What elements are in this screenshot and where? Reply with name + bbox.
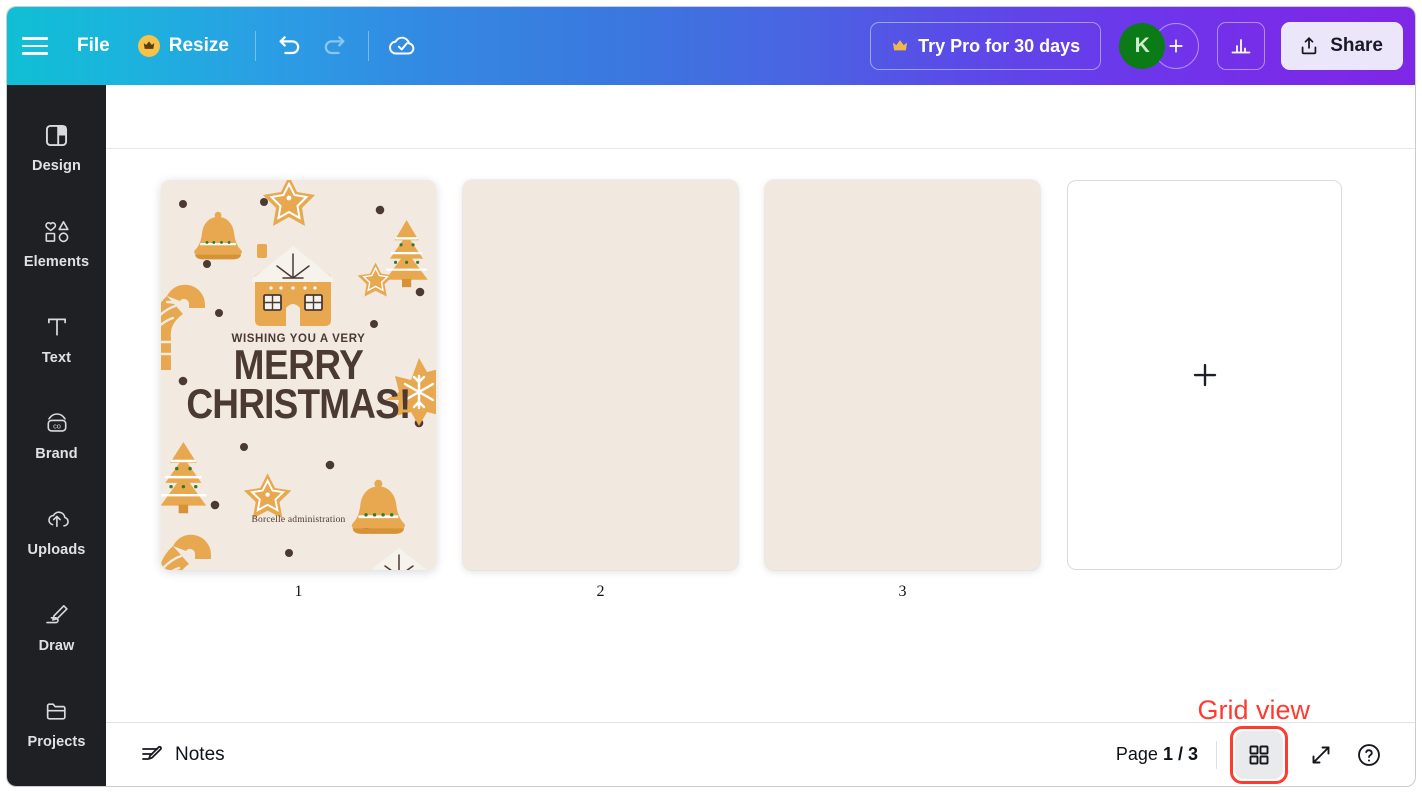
question-mark-icon (1356, 742, 1382, 768)
header-right-group: Try Pro for 30 days K (870, 22, 1415, 70)
left-sidebar-rail: Design Elements (7, 85, 106, 786)
christmas-card-artwork: WISHING YOU A VERY MERRY CHRISTMAS! Borc… (161, 180, 436, 570)
crown-badge-icon (138, 35, 160, 57)
try-pro-button[interactable]: Try Pro for 30 days (870, 22, 1101, 70)
fullscreen-expand-icon (1309, 743, 1333, 767)
page-thumbnail-2[interactable] (463, 180, 738, 570)
page-thumbnail-3[interactable] (765, 180, 1040, 570)
card-svg: WISHING YOU A VERY MERRY CHRISTMAS! Borc… (161, 180, 436, 570)
design-panel-icon (43, 120, 70, 150)
sidebar-item-label: Draw (39, 638, 75, 654)
sidebar-item-projects[interactable]: Projects (7, 675, 106, 771)
card-line2: CHRISTMAS! (186, 381, 410, 427)
sidebar-item-uploads[interactable]: Uploads (7, 483, 106, 579)
sidebar-item-label: Design (32, 158, 81, 174)
svg-text:co: co (53, 421, 61, 430)
card-footer: Borcelle administration (251, 515, 345, 525)
sidebar-item-elements[interactable]: Elements (7, 195, 106, 291)
sidebar-item-label: Projects (27, 734, 85, 750)
main-editor-area: WISHING YOU A VERY MERRY CHRISTMAS! Borc… (106, 85, 1415, 786)
page-counter: Page 1 / 3 (1116, 744, 1216, 765)
grid-view-wrapper (1235, 731, 1283, 779)
header-divider-1 (255, 31, 256, 61)
notes-pencil-icon (140, 743, 164, 767)
bottom-toolbar: Notes Page 1 / 3 (106, 722, 1415, 786)
avatar[interactable]: K (1119, 23, 1165, 69)
file-menu-button[interactable]: File (63, 26, 124, 66)
cloud-check-icon[interactable] (381, 24, 425, 68)
crown-icon (891, 37, 909, 55)
page-counter-prefix: Page (1116, 744, 1158, 764)
folder-icon (43, 696, 70, 726)
canva-editor-window: File Resize (0, 0, 1422, 793)
collaborator-avatars: K (1119, 23, 1199, 69)
help-button[interactable] (1345, 731, 1393, 779)
redo-arrow-icon[interactable] (312, 24, 356, 68)
resize-button[interactable]: Resize (124, 26, 243, 66)
page-number-label: 1 (295, 583, 303, 601)
sidebar-item-text[interactable]: Text (7, 291, 106, 387)
sidebar-item-label: Elements (24, 254, 89, 270)
sidebar-item-label: Brand (35, 446, 77, 462)
sidebar-item-draw[interactable]: Draw (7, 579, 106, 675)
page-counter-value: 1 / 3 (1163, 744, 1198, 764)
top-header-bar: File Resize (7, 7, 1415, 85)
shapes-icon (42, 216, 72, 246)
page-cell-2: 2 (463, 180, 738, 601)
plus-icon (1190, 360, 1220, 390)
hamburger-bars (22, 32, 48, 60)
page-cell-1: WISHING YOU A VERY MERRY CHRISTMAS! Borc… (161, 180, 436, 601)
sidebar-item-label: Uploads (28, 542, 86, 558)
brand-kit-icon: co (42, 408, 72, 438)
context-toolbar-strip (106, 85, 1415, 149)
resize-label: Resize (169, 35, 229, 57)
grid-view-icon (1248, 744, 1270, 766)
sidebar-item-brand[interactable]: co Brand (7, 387, 106, 483)
add-page-card[interactable] (1067, 180, 1342, 570)
bottom-divider (1216, 741, 1217, 769)
page-cell-3: 3 (765, 180, 1040, 601)
add-page-cell (1067, 180, 1342, 570)
text-t-icon (44, 312, 70, 342)
header-divider-2 (368, 31, 369, 61)
notes-label: Notes (175, 744, 225, 766)
bottom-toolbar-right: Page 1 / 3 (1116, 731, 1393, 779)
try-pro-label: Try Pro for 30 days (918, 36, 1080, 57)
page-number-label: 3 (899, 583, 907, 601)
sidebar-item-label: Text (42, 350, 71, 366)
hamburger-menu-icon[interactable] (7, 7, 63, 85)
page-grid: WISHING YOU A VERY MERRY CHRISTMAS! Borc… (106, 150, 1415, 722)
header-left-group: File Resize (7, 7, 425, 85)
cloud-upload-icon (42, 504, 72, 534)
sidebar-item-design[interactable]: Design (7, 99, 106, 195)
undo-arrow-icon[interactable] (268, 24, 312, 68)
grid-view-button[interactable] (1235, 731, 1283, 779)
share-button[interactable]: Share (1281, 22, 1403, 70)
page-number-label: 2 (597, 583, 605, 601)
page-thumbnail-1[interactable]: WISHING YOU A VERY MERRY CHRISTMAS! Borc… (161, 180, 436, 570)
share-label: Share (1330, 35, 1383, 57)
notes-button[interactable]: Notes (128, 734, 237, 776)
fullscreen-expand-button[interactable] (1297, 731, 1345, 779)
bar-chart-icon[interactable] (1217, 22, 1265, 70)
share-upload-icon (1298, 35, 1320, 57)
pen-draw-icon (43, 600, 71, 630)
